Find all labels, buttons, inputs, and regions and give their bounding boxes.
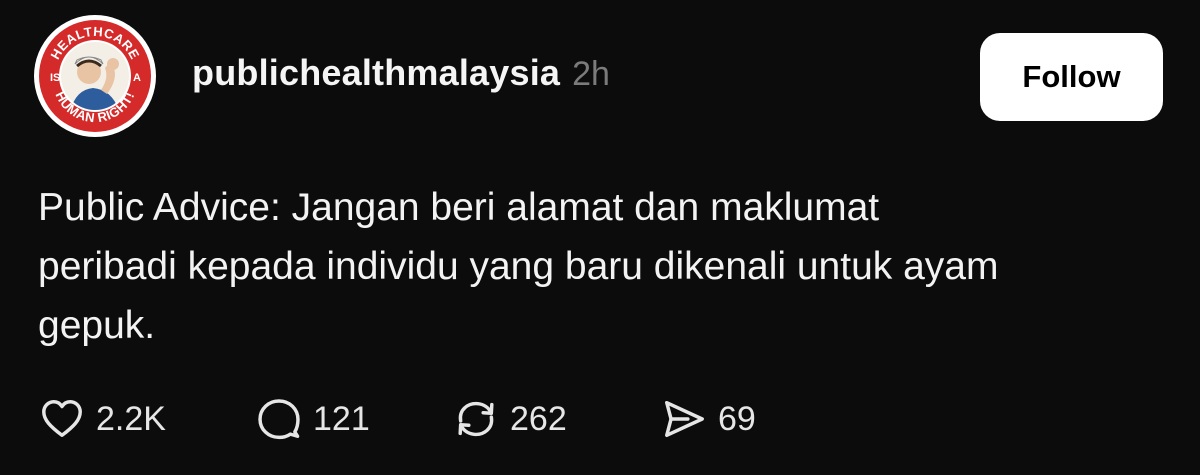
- post-body-line: Public Advice: Jangan beri alamat dan ma…: [38, 186, 880, 229]
- follow-button[interactable]: Follow: [980, 33, 1163, 121]
- speech-bubble-icon: [255, 395, 303, 443]
- post-action-bar: 2.2K 121 262 69: [38, 392, 938, 446]
- avatar-logo-image: HEALTHCARE HUMAN RIGHT! IS A: [34, 15, 156, 137]
- repost-icon: [452, 395, 500, 443]
- like-count: 2.2K: [96, 399, 166, 438]
- username-link[interactable]: publichealthmalaysia: [192, 52, 560, 94]
- post-body-line: peribadi kepada individu yang baru diken…: [38, 245, 999, 288]
- reply-count: 121: [313, 399, 370, 438]
- share-button[interactable]: 69: [660, 392, 756, 446]
- repost-button[interactable]: 262: [452, 392, 567, 446]
- send-icon: [660, 395, 708, 443]
- post-body: Public Advice: Jangan beri alamat dan ma…: [38, 178, 1168, 355]
- post-timestamp: 2h: [572, 55, 610, 93]
- repost-count: 262: [510, 399, 567, 438]
- reply-button[interactable]: 121: [255, 392, 370, 446]
- svg-text:IS: IS: [50, 72, 60, 84]
- svg-text:A: A: [133, 72, 141, 84]
- post-body-line: gepuk.: [38, 304, 156, 347]
- heart-icon: [38, 395, 86, 443]
- post-header: publichealthmalaysia 2h: [192, 52, 610, 104]
- share-count: 69: [718, 399, 756, 438]
- avatar[interactable]: HEALTHCARE HUMAN RIGHT! IS A: [33, 14, 157, 138]
- like-button[interactable]: 2.2K: [38, 392, 166, 446]
- thread-post: HEALTHCARE HUMAN RIGHT! IS A publichealt…: [0, 0, 1200, 475]
